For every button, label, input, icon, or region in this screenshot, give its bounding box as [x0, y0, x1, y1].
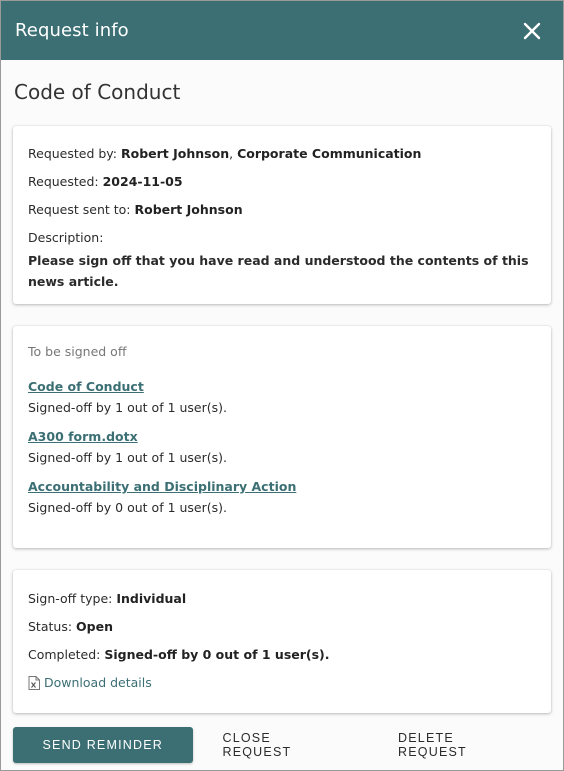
signoff-item-link[interactable]: A300 form.dotx: [28, 429, 536, 445]
signoff-item: Code of Conduct Signed-off by 1 out of 1…: [28, 379, 536, 416]
request-info-panel: Request info Code of Conduct Requested b…: [0, 0, 564, 771]
requested-by-label: Requested by:: [28, 146, 118, 161]
signoff-item-link[interactable]: Accountability and Disciplinary Action: [28, 479, 536, 495]
signoff-item-status: Signed-off by 1 out of 1 user(s).: [28, 400, 227, 415]
delete-request-button[interactable]: DELETE REQUEST: [374, 727, 551, 763]
signoff-items-card: To be signed off Code of Conduct Signed-…: [13, 326, 551, 548]
requested-date: 2024-11-05: [102, 174, 183, 189]
requested-by-department: Corporate Communication: [237, 146, 422, 161]
completed-label: Completed:: [28, 647, 101, 662]
status-value: Open: [76, 619, 113, 634]
download-details-link[interactable]: Download details: [28, 675, 536, 690]
requested-by-row: Requested by: Robert Johnson, Corporate …: [28, 146, 536, 162]
panel-title: Request info: [15, 20, 129, 41]
signoff-item-status: Signed-off by 0 out of 1 user(s).: [28, 500, 227, 515]
close-request-button[interactable]: CLOSE REQUEST: [199, 727, 369, 763]
request-details-card: Requested by: Robert Johnson, Corporate …: [13, 126, 551, 304]
signoff-summary-card: Sign-off type: Individual Status: Open C…: [13, 570, 551, 713]
signoff-item-status: Signed-off by 1 out of 1 user(s).: [28, 450, 227, 465]
description-text: Please sign off that you have read and u…: [28, 253, 529, 289]
signoff-type-value: Individual: [116, 591, 187, 606]
signoff-item: A300 form.dotx Signed-off by 1 out of 1 …: [28, 429, 536, 466]
excel-file-icon: [28, 675, 40, 690]
close-button[interactable]: [519, 18, 545, 44]
signoff-type-label: Sign-off type:: [28, 591, 113, 606]
status-row: Status: Open: [28, 619, 536, 635]
status-label: Status:: [28, 619, 73, 634]
requested-date-row: Requested: 2024-11-05: [28, 174, 536, 190]
signoff-item-link[interactable]: Code of Conduct: [28, 379, 536, 395]
description-label: Description:: [28, 230, 104, 245]
page-title: Code of Conduct: [14, 80, 181, 104]
requested-label: Requested:: [28, 174, 99, 189]
requested-by-separator: ,: [229, 146, 234, 161]
close-icon: [523, 22, 541, 39]
send-reminder-button[interactable]: SEND REMINDER: [13, 727, 193, 763]
panel-header: Request info: [1, 1, 563, 60]
sent-to-value: Robert Johnson: [134, 202, 243, 217]
signoff-heading: To be signed off: [28, 344, 127, 359]
signoff-item: Accountability and Disciplinary Action S…: [28, 479, 536, 516]
sent-to-label: Request sent to:: [28, 202, 131, 217]
action-bar: SEND REMINDER CLOSE REQUEST DELETE REQUE…: [13, 727, 551, 763]
completed-value: Signed-off by 0 out of 1 user(s).: [104, 647, 330, 662]
download-details-label: Download details: [44, 675, 152, 690]
requested-by-name: Robert Johnson: [121, 146, 230, 161]
sent-to-row: Request sent to: Robert Johnson: [28, 202, 536, 218]
completed-row: Completed: Signed-off by 0 out of 1 user…: [28, 647, 536, 663]
signoff-type-row: Sign-off type: Individual: [28, 591, 536, 607]
